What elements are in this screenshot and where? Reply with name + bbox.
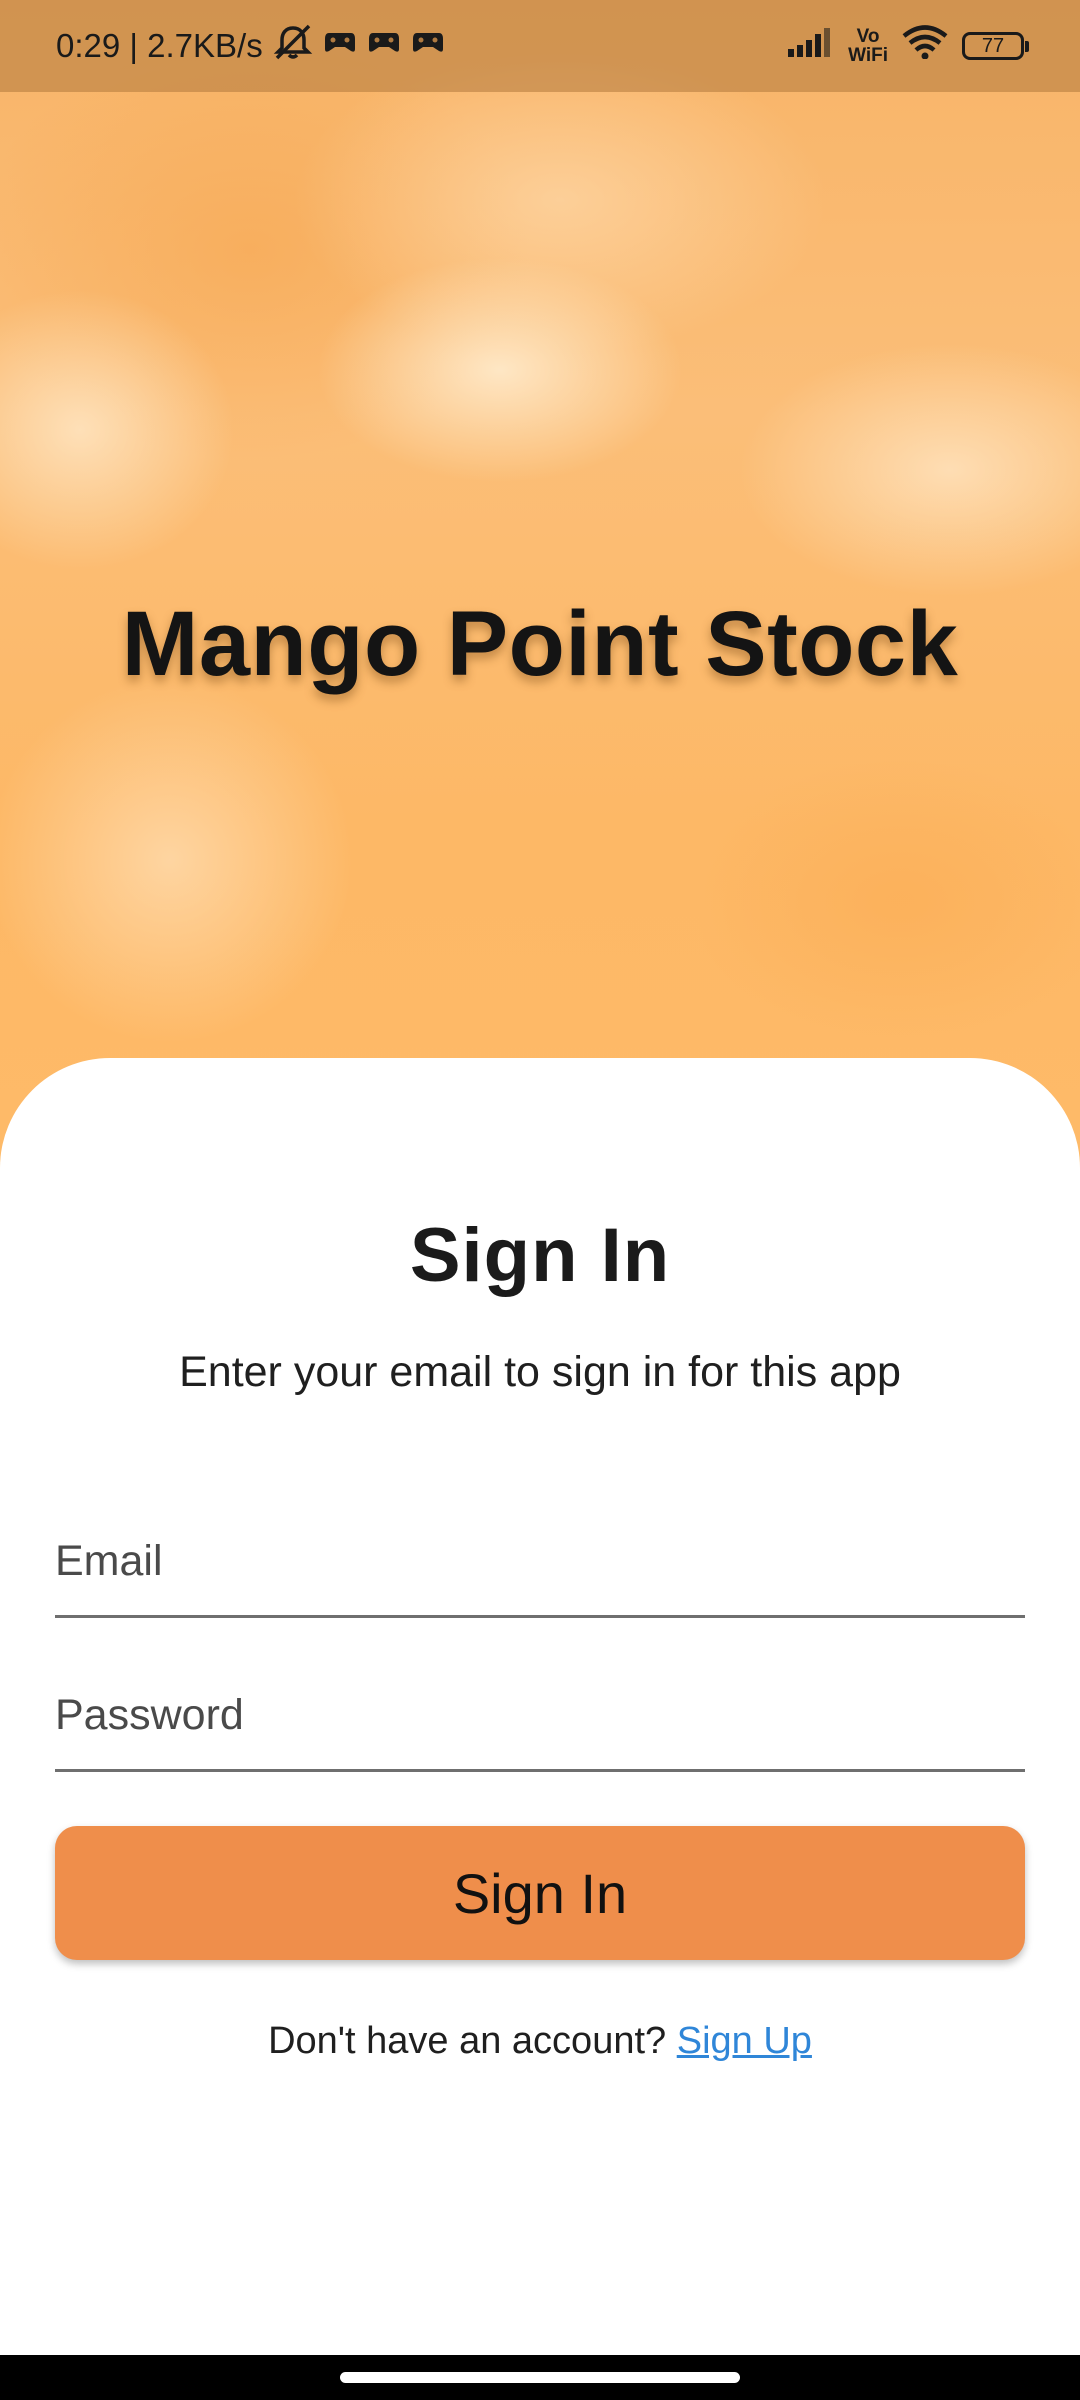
vowifi-icon: Vo WiFi — [848, 27, 888, 65]
signal-icon — [786, 27, 834, 65]
email-field-container — [55, 1508, 1025, 1618]
password-field[interactable] — [55, 1662, 1025, 1769]
game-icon — [323, 27, 357, 65]
password-field-container — [55, 1662, 1025, 1772]
game-icon — [411, 27, 445, 65]
app-title: Mango Point Stock — [121, 593, 959, 695]
status-bar: 0:29 | 2.7KB/s Vo WiFi 77 — [0, 0, 1080, 92]
battery-icon: 77 — [962, 32, 1029, 60]
wifi-icon — [902, 25, 948, 67]
signup-link[interactable]: Sign Up — [677, 2020, 812, 2062]
status-time-speed: 0:29 | 2.7KB/s — [56, 27, 263, 64]
sign-in-subtitle: Enter your email to sign in for this app — [179, 1348, 901, 1396]
sign-in-button[interactable]: Sign In — [55, 1826, 1025, 1960]
game-icon — [367, 27, 401, 65]
home-indicator[interactable] — [340, 2372, 740, 2383]
navigation-bar — [0, 2355, 1080, 2400]
vowifi-bottom-label: WiFi — [848, 45, 888, 66]
app-screen: 0:29 | 2.7KB/s Vo WiFi 77 Mango Point St… — [0, 0, 1080, 2400]
signup-prompt: Don't have an account? — [268, 2020, 677, 2062]
hero-background — [0, 0, 1080, 1180]
status-left: 0:29 | 2.7KB/s — [56, 24, 445, 68]
sign-in-title: Sign In — [409, 1213, 671, 1298]
vowifi-top-label: Vo — [856, 26, 880, 47]
signup-row: Don't have an account? Sign Up — [0, 2020, 1080, 2063]
mute-icon — [273, 24, 313, 68]
email-field[interactable] — [55, 1508, 1025, 1615]
status-right: Vo WiFi 77 — [786, 25, 1029, 67]
